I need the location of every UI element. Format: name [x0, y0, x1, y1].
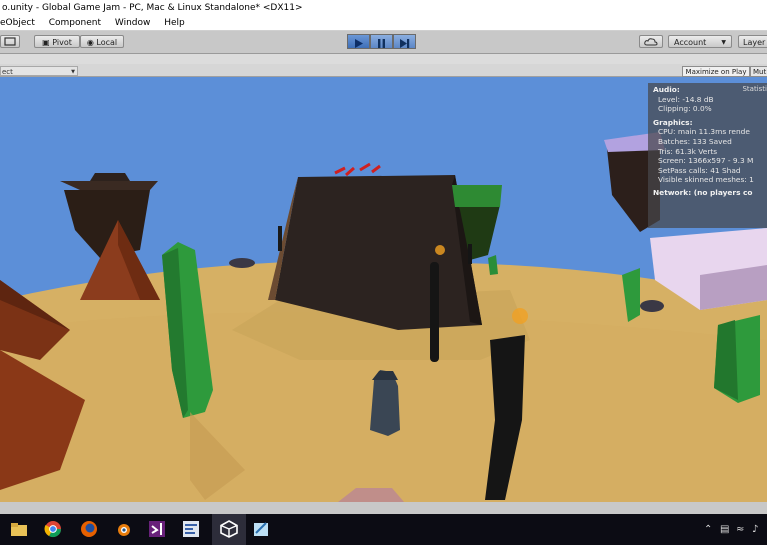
pivot-label: Pivot	[52, 38, 72, 47]
pause-button[interactable]	[370, 34, 393, 49]
window-title: o.unity - Global Game Jam - PC, Mac & Li…	[2, 3, 303, 13]
stat-setpass: SetPass calls: 41 Shad	[658, 165, 741, 175]
stat-tris: Tris: 61.3k Verts	[658, 146, 718, 156]
layers-dropdown[interactable]: Layer	[738, 35, 767, 48]
aspect-label: ect	[2, 68, 13, 76]
account-dropdown[interactable]: Account ▼	[668, 35, 732, 48]
notepad-icon[interactable]	[252, 520, 270, 538]
aspect-dropdown[interactable]: ect ▼	[0, 66, 78, 76]
stat-screen: Screen: 1366x597 - 9.3 M	[658, 156, 754, 166]
menu-component[interactable]: Component	[49, 16, 101, 30]
menu-bar: eObject Component Window Help	[0, 16, 767, 31]
file-explorer-icon[interactable]	[10, 520, 28, 538]
chevron-up-icon[interactable]: ⌃	[704, 524, 712, 536]
network-status: Network: (no players co	[653, 187, 753, 197]
os-taskbar: ⌃ ▤ ≈ ♪	[0, 514, 767, 545]
stat-batches: Batches: 133 Saved	[658, 136, 732, 146]
game-view-toolbar	[0, 64, 767, 76]
stat-cpu: CPU: main 11.3ms rende	[658, 127, 750, 137]
local-label: Local	[96, 38, 118, 47]
torch-center	[430, 262, 439, 362]
chevron-down-icon: ▼	[71, 69, 75, 75]
chrome-icon[interactable]	[44, 520, 62, 538]
step-icon	[400, 39, 410, 48]
pivot-icon: ▣	[42, 38, 50, 47]
audio-level: Level: -14.8 dB	[658, 94, 714, 104]
main-toolbar: ▣ Pivot ◉ Local Account ▼ Layer	[0, 31, 767, 54]
window-titlebar: o.unity - Global Game Jam - PC, Mac & Li…	[0, 0, 767, 16]
volume-icon[interactable]: ♪	[752, 524, 758, 536]
central-mesa	[275, 175, 482, 330]
network-icon[interactable]: ▤	[720, 524, 729, 536]
wifi-icon[interactable]: ≈	[736, 524, 744, 536]
local-icon: ◉	[86, 38, 94, 47]
statistics-panel: Statisti Audio: Level: -14.8 dB Clipping…	[648, 83, 767, 228]
statistics-title: Statisti	[742, 85, 767, 93]
blender-icon[interactable]	[114, 520, 132, 538]
firefox-icon[interactable]	[80, 520, 98, 538]
unity-taskbar-active[interactable]	[212, 514, 246, 545]
audio-clipping: Clipping: 0.0%	[658, 104, 712, 114]
rect-tool-icon	[4, 37, 16, 46]
step-button[interactable]	[393, 34, 416, 49]
play-button[interactable]	[347, 34, 370, 49]
menu-gameobject[interactable]: eObject	[0, 16, 35, 30]
rect-tool-button[interactable]	[0, 35, 20, 48]
playback-controls	[347, 34, 416, 49]
layers-label: Layer	[743, 38, 766, 47]
account-label: Account	[674, 38, 707, 47]
unity-icon	[220, 520, 238, 538]
menu-help[interactable]: Help	[164, 16, 185, 30]
editor-bottom-bar	[0, 502, 767, 514]
mute-audio-toggle[interactable]: Mut	[750, 66, 767, 77]
maximize-on-play-toggle[interactable]: Maximize on Play	[682, 66, 750, 77]
local-button[interactable]: ◉ Local	[80, 35, 124, 48]
menu-window[interactable]: Window	[115, 16, 151, 30]
mono-editor-icon[interactable]	[182, 520, 200, 538]
pivot-button[interactable]: ▣ Pivot	[34, 35, 80, 48]
pause-icon	[378, 39, 385, 48]
cloud-button[interactable]	[639, 35, 663, 48]
cloud-icon	[644, 38, 658, 46]
graphics-header: Graphics:	[653, 117, 693, 127]
play-icon	[355, 39, 363, 48]
stat-skinned-meshes: Visible skinned meshes: 1	[658, 175, 754, 185]
visual-studio-icon[interactable]	[148, 520, 166, 538]
chevron-down-icon: ▼	[721, 39, 726, 46]
